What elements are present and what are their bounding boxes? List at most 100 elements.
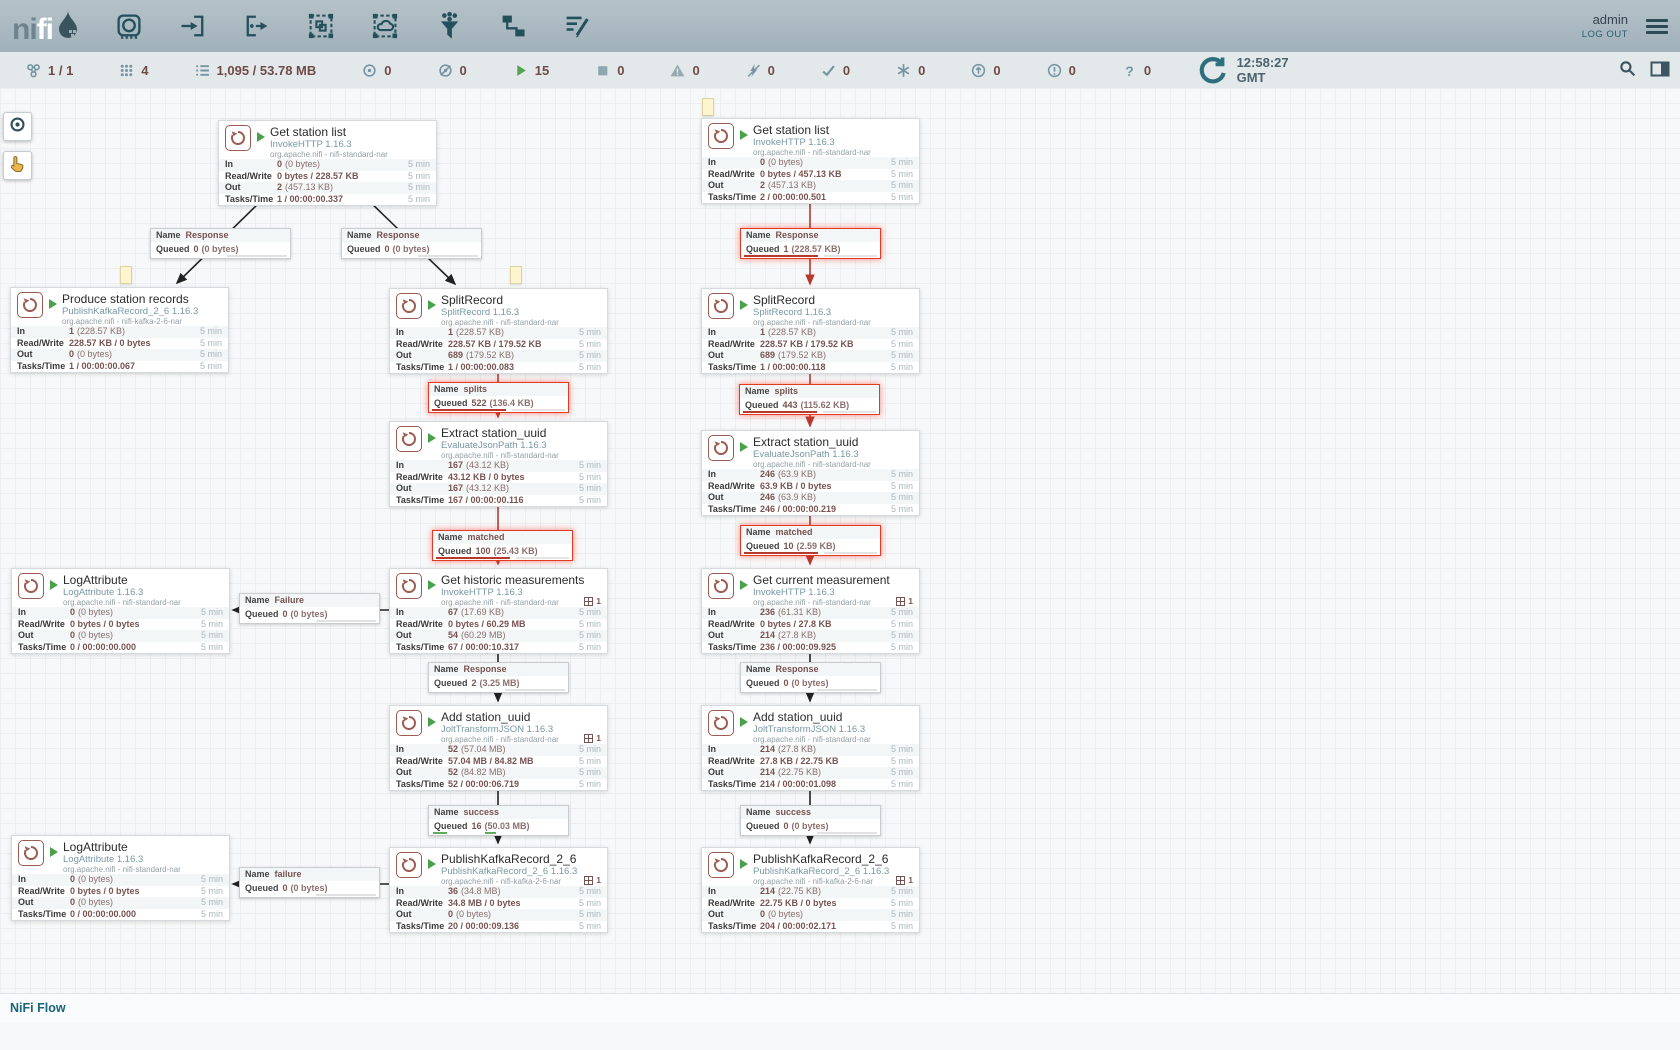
connection-label[interactable]: NameResponse Queued2(3.25 MB): [428, 662, 569, 693]
process-group-icon[interactable]: [306, 11, 336, 41]
processor[interactable]: Get current measurement InvokeHTTP 1.16.…: [701, 568, 920, 654]
processor-name: LogAttribute: [63, 840, 181, 854]
processor[interactable]: Get station list InvokeHTTP 1.16.3 org.a…: [701, 118, 920, 204]
connection-label[interactable]: NameResponse Queued0(0 bytes): [740, 662, 881, 693]
connection-label[interactable]: Namesuccess Queued0(0 bytes): [740, 805, 881, 836]
threads-icon: [896, 876, 905, 885]
connection-label[interactable]: Namesplits Queued443(115.62 KB): [739, 384, 880, 415]
flow-canvas[interactable]: Get station list InvokeHTTP 1.16.3 org.a…: [0, 88, 1680, 1022]
processor-type: InvokeHTTP 1.16.3: [753, 137, 871, 148]
canvas-label[interactable]: [702, 98, 714, 116]
flow-status-bar: 1 / 1 4 1,095 / 53.78 MB 0 0 15 0 0 0 0 …: [0, 52, 1680, 89]
processor[interactable]: PublishKafkaRecord_2_6 PublishKafkaRecor…: [701, 847, 920, 933]
stat-out: Out 214(27.8 KB) 5 min: [702, 630, 919, 642]
stat-in: In 52(57.04 MB) 5 min: [390, 744, 607, 756]
running-icon: [428, 433, 436, 443]
connection-label[interactable]: NameResponse Queued0(0 bytes): [150, 228, 291, 259]
connection-queued-row: Queued1(228.57 KB): [741, 242, 880, 258]
processor[interactable]: Get station list InvokeHTTP 1.16.3 org.a…: [218, 120, 437, 206]
connection-label[interactable]: Namesplits Queued522(136.4 KB): [428, 382, 569, 413]
nifi-logo: nifi: [12, 8, 80, 45]
processor[interactable]: LogAttribute LogAttribute 1.16.3 org.apa…: [11, 568, 230, 654]
stat-out: Out 246(63.9 KB) 5 min: [702, 492, 919, 504]
processor-bundle: org.apache.nifi - nifi-standard-nar: [753, 598, 890, 607]
connection-label[interactable]: Namefailure Queued0(0 bytes): [239, 867, 380, 898]
running-icon: [257, 132, 265, 142]
connection-label[interactable]: NameResponse Queued1(228.57 KB): [740, 228, 881, 259]
processor-name: LogAttribute: [63, 573, 181, 587]
queue-fill-bar: [243, 619, 376, 622]
funnel-icon[interactable]: [434, 11, 464, 41]
canvas-palette: [3, 112, 32, 190]
stat-read-write: Read/Write 34.8 MB / 0 bytes 5 min: [390, 898, 607, 910]
processor-type: JoltTransformJSON 1.16.3: [441, 724, 559, 735]
operate-palette-button[interactable]: [3, 151, 32, 180]
panel-toggle-icon[interactable]: [1650, 61, 1670, 80]
connection-label[interactable]: Namematched Queued100(25.43 KB): [432, 530, 573, 561]
logout-link[interactable]: LOG OUT: [1582, 29, 1628, 40]
processor[interactable]: PublishKafkaRecord_2_6 PublishKafkaRecor…: [389, 847, 608, 933]
active-threads-badge: 1: [896, 875, 913, 885]
search-icon[interactable]: [1619, 60, 1636, 80]
input-port-icon[interactable]: [178, 11, 208, 41]
stat-tasks-time: Tasks/Time 214 / 00:00:01.098 5 min: [702, 779, 919, 791]
stat-out: Out 54(60.29 MB) 5 min: [390, 630, 607, 642]
connection-label[interactable]: Namematched Queued10(2.59 KB): [740, 525, 881, 556]
global-menu-icon[interactable]: [1646, 16, 1668, 37]
stat-in: In 1(228.57 KB) 5 min: [390, 327, 607, 339]
stat-tasks-time: Tasks/Time 0 / 00:00:00.000 5 min: [12, 909, 229, 921]
stat-out: Out 167(43.12 KB) 5 min: [390, 483, 607, 495]
processor-bundle: org.apache.nifi - nifi-kafka-2-6-nar: [441, 877, 577, 886]
processor-type: PublishKafkaRecord_2_6 1.16.3: [62, 306, 198, 317]
logo-text-fi: fi: [37, 15, 53, 45]
stat-read-write: Read/Write 228.57 KB / 179.52 KB 5 min: [390, 339, 607, 351]
processor-name: SplitRecord: [753, 293, 871, 307]
active-threads-badge: 1: [584, 875, 601, 885]
running-icon: [740, 300, 748, 310]
processor-bundle: org.apache.nifi - nifi-standard-nar: [441, 598, 584, 607]
connection-queued-row: Queued0(0 bytes): [151, 242, 290, 258]
processor[interactable]: SplitRecord SplitRecord 1.16.3 org.apach…: [701, 288, 920, 374]
stat-out: Out 2(457.13 KB) 5 min: [219, 182, 436, 194]
processor[interactable]: Get historic measurements InvokeHTTP 1.1…: [389, 568, 608, 654]
queue-fill-bar: [744, 551, 877, 554]
canvas-label[interactable]: [510, 266, 522, 284]
template-icon[interactable]: [498, 11, 528, 41]
output-port-icon[interactable]: [242, 11, 272, 41]
remote-process-group-icon[interactable]: [370, 11, 400, 41]
processor[interactable]: SplitRecord SplitRecord 1.16.3 org.apach…: [389, 288, 608, 374]
connection-label[interactable]: NameResponse Queued0(0 bytes): [341, 228, 482, 259]
processor[interactable]: Add station_uuid JoltTransformJSON 1.16.…: [701, 705, 920, 791]
stat-in: In 0(0 bytes) 5 min: [12, 874, 229, 886]
breadcrumb-root[interactable]: NiFi Flow: [10, 1001, 66, 1015]
threads-icon: [584, 734, 593, 743]
processor-type-icon: [396, 573, 422, 599]
label-icon[interactable]: [562, 11, 592, 41]
connection-name-row: NameResponse: [342, 229, 481, 242]
processor-name: Add station_uuid: [441, 710, 559, 724]
connection-queued-row: Queued443(115.62 KB): [740, 398, 879, 414]
connection-name-row: Namesplits: [429, 383, 568, 396]
processor-type-icon: [18, 573, 44, 599]
stat-out: Out 689(179.52 KB) 5 min: [390, 350, 607, 362]
last-refresh-time[interactable]: 12:58:27 GMT: [1197, 54, 1289, 87]
processor-icon[interactable]: [114, 11, 144, 41]
canvas-label[interactable]: [120, 266, 132, 284]
running-icon: [740, 859, 748, 869]
connection-label[interactable]: NameFailure Queued0(0 bytes): [239, 593, 380, 624]
threads-icon: [584, 597, 593, 606]
processor[interactable]: Extract station_uuid EvaluateJsonPath 1.…: [701, 430, 920, 516]
stat-in: In 167(43.12 KB) 5 min: [390, 460, 607, 472]
navigate-icon: [9, 116, 26, 138]
processor[interactable]: Add station_uuid JoltTransformJSON 1.16.…: [389, 705, 608, 791]
stat-in: In 0(0 bytes) 5 min: [12, 607, 229, 619]
connection-label[interactable]: Namesuccess Queued16(50.03 MB): [428, 805, 569, 836]
processor-name: Extract station_uuid: [753, 435, 871, 449]
processor[interactable]: Produce station records PublishKafkaReco…: [10, 287, 229, 373]
processor-name: PublishKafkaRecord_2_6: [441, 852, 577, 866]
stat-out: Out 689(179.52 KB) 5 min: [702, 350, 919, 362]
processor[interactable]: Extract station_uuid EvaluateJsonPath 1.…: [389, 421, 608, 507]
processor[interactable]: LogAttribute LogAttribute 1.16.3 org.apa…: [11, 835, 230, 921]
navigate-palette-button[interactable]: [3, 112, 32, 141]
connection-name-row: NameResponse: [741, 229, 880, 242]
